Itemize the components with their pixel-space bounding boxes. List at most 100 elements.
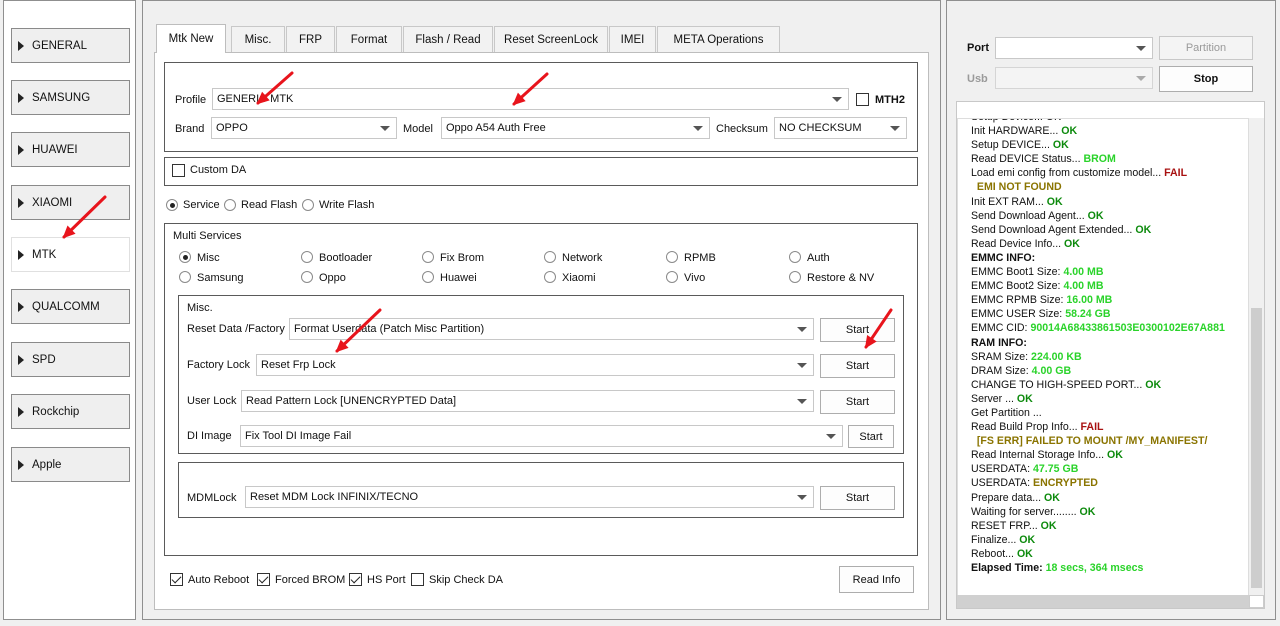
scrollbar-thumb[interactable] — [1251, 308, 1262, 588]
tab-meta-operations[interactable]: META Operations — [657, 26, 780, 52]
model-select[interactable]: Oppo A54 Auth Free — [441, 117, 710, 139]
sidebar-item-spd[interactable]: SPD — [11, 342, 130, 377]
caret-right-icon — [18, 406, 24, 417]
stop-button[interactable]: Stop — [1159, 66, 1253, 92]
checksum-select[interactable]: NO CHECKSUM — [774, 117, 907, 139]
mode-radio-label: Service — [183, 199, 220, 211]
service-radio-misc[interactable] — [179, 251, 191, 263]
partition-button[interactable]: Partition — [1159, 36, 1253, 60]
log-line: CHANGE TO HIGH-SPEED PORT... OK — [971, 378, 1248, 392]
tab-format[interactable]: Format — [336, 26, 402, 52]
brand-value: OPPO — [216, 122, 248, 134]
log-segment: DRAM Size: — [971, 364, 1032, 377]
sidebar-item-xiaomi[interactable]: XIAOMI — [11, 185, 130, 220]
tab-reset-screenlock[interactable]: Reset ScreenLock — [494, 26, 608, 52]
user-lock-start-button[interactable]: Start — [820, 390, 895, 414]
log-segment: OK — [1016, 547, 1033, 560]
reset-data-select[interactable]: Format Userdata (Patch Misc Partition) — [289, 318, 814, 340]
factory-lock-select[interactable]: Reset Frp Lock — [256, 354, 814, 376]
log-segment: OK — [1064, 237, 1080, 250]
mdm-select[interactable]: Reset MDM Lock INFINIX/TECNO — [245, 486, 814, 508]
log-horizontal-scrollbar[interactable] — [957, 595, 1249, 608]
chevron-down-icon — [797, 495, 807, 500]
sidebar-item-general[interactable]: GENERAL — [11, 28, 130, 63]
read-info-button[interactable]: Read Info — [839, 566, 914, 593]
di-image-start-button[interactable]: Start — [848, 425, 894, 448]
tab-misc[interactable]: Misc. — [231, 26, 285, 52]
tab-imei[interactable]: IMEI — [609, 26, 656, 52]
log-segment: Finalize... — [971, 533, 1020, 546]
sidebar-item-label: SPD — [32, 353, 56, 366]
mode-radio-label: Write Flash — [319, 199, 375, 211]
reset-data-start-button[interactable]: Start — [820, 318, 895, 342]
log-line: USERDATA: ENCRYPTED — [971, 476, 1248, 490]
misc-title: Misc. — [187, 302, 213, 314]
sidebar-item-rockchip[interactable]: Rockchip — [11, 394, 130, 429]
service-radio-label: Restore & NV — [807, 272, 875, 284]
service-radio-restore-nv[interactable] — [789, 271, 801, 283]
option-checkbox-hs-port[interactable] — [349, 573, 362, 586]
log-segment: 4.00 GB — [1031, 364, 1072, 377]
port-select[interactable] — [995, 37, 1153, 59]
log-segment: Setup Device... OK — [971, 119, 1061, 123]
log-vertical-scrollbar[interactable] — [1249, 118, 1264, 596]
mdm-start-button[interactable]: Start — [820, 486, 895, 510]
sidebar-item-label: MTK — [32, 248, 57, 261]
service-radio-label: Huawei — [440, 272, 477, 284]
sidebar-item-mtk[interactable]: MTK — [11, 237, 130, 272]
service-radio-vivo[interactable] — [666, 271, 678, 283]
model-value: Oppo A54 Auth Free — [446, 122, 546, 134]
service-radio-fix-brom[interactable] — [422, 251, 434, 263]
service-radio-label: Fix Brom — [440, 252, 484, 264]
log-segment: OK — [1145, 378, 1162, 391]
option-checkbox-forced-brom[interactable] — [257, 573, 270, 586]
sidebar-item-apple[interactable]: Apple — [11, 447, 130, 482]
log-segment: Waiting for server........ — [971, 505, 1080, 518]
user-lock-select[interactable]: Read Pattern Lock [UNENCRYPTED Data] — [241, 390, 814, 412]
sidebar-item-label: Apple — [32, 458, 62, 471]
tab-mtk-new[interactable]: Mtk New — [156, 24, 226, 53]
brand-select[interactable]: OPPO — [211, 117, 397, 139]
log-line: [FS ERR] FAILED TO MOUNT /MY_MANIFEST/ — [971, 434, 1248, 448]
log-line: Load emi config from customize model... … — [971, 166, 1248, 180]
option-checkbox-auto-reboot[interactable] — [170, 573, 183, 586]
mode-radio-read-flash[interactable] — [224, 199, 236, 211]
sidebar-item-qualcomm[interactable]: QUALCOMM — [11, 289, 130, 324]
profile-select[interactable]: GENERIC MTK — [212, 88, 849, 110]
log-segment: Read Build Prop Info... — [971, 421, 1081, 434]
service-radio-auth[interactable] — [789, 251, 801, 263]
log-segment: USERDATA: — [971, 477, 1033, 490]
service-radio-label: Bootloader — [319, 252, 373, 264]
multi-services-title: Multi Services — [173, 230, 242, 242]
service-radio-samsung[interactable] — [179, 271, 191, 283]
brand-label: Brand — [175, 123, 205, 135]
di-image-label: DI Image — [187, 430, 232, 442]
log-line: EMMC INFO: — [971, 251, 1248, 265]
usb-select[interactable] — [995, 67, 1153, 89]
sidebar-item-samsung[interactable]: SAMSUNG — [11, 80, 130, 115]
service-radio-rpmb[interactable] — [666, 251, 678, 263]
tab-frp[interactable]: FRP — [286, 26, 335, 52]
service-radio-network[interactable] — [544, 251, 556, 263]
tab-flash-read[interactable]: Flash / Read — [403, 26, 493, 52]
mth2-checkbox[interactable] — [856, 93, 869, 106]
custom-da-checkbox[interactable] — [172, 164, 185, 177]
service-radio-bootloader[interactable] — [301, 251, 313, 263]
sidebar-item-label: SAMSUNG — [32, 91, 91, 104]
sidebar-item-huawei[interactable]: HUAWEI — [11, 132, 130, 167]
mode-radio-write-flash[interactable] — [302, 199, 314, 211]
service-radio-huawei[interactable] — [422, 271, 434, 283]
log-line: RESET FRP... OK — [971, 519, 1248, 533]
caret-right-icon — [18, 144, 24, 155]
log-segment: 18 secs, 364 msecs — [1045, 562, 1144, 574]
log-segment: 16.00 MB — [1066, 294, 1113, 307]
service-radio-oppo[interactable] — [301, 271, 313, 283]
factory-lock-start-button[interactable]: Start — [820, 354, 895, 378]
service-radio-xiaomi[interactable] — [544, 271, 556, 283]
log-segment: EMMC Boot1 Size: — [971, 266, 1064, 279]
factory-lock-value: Reset Frp Lock — [261, 359, 336, 371]
mode-radio-service[interactable] — [166, 199, 178, 211]
di-image-select[interactable]: Fix Tool DI Image Fail — [240, 425, 843, 447]
log-line: Server ... OK — [971, 392, 1248, 406]
option-checkbox-skip-check-da[interactable] — [411, 573, 424, 586]
